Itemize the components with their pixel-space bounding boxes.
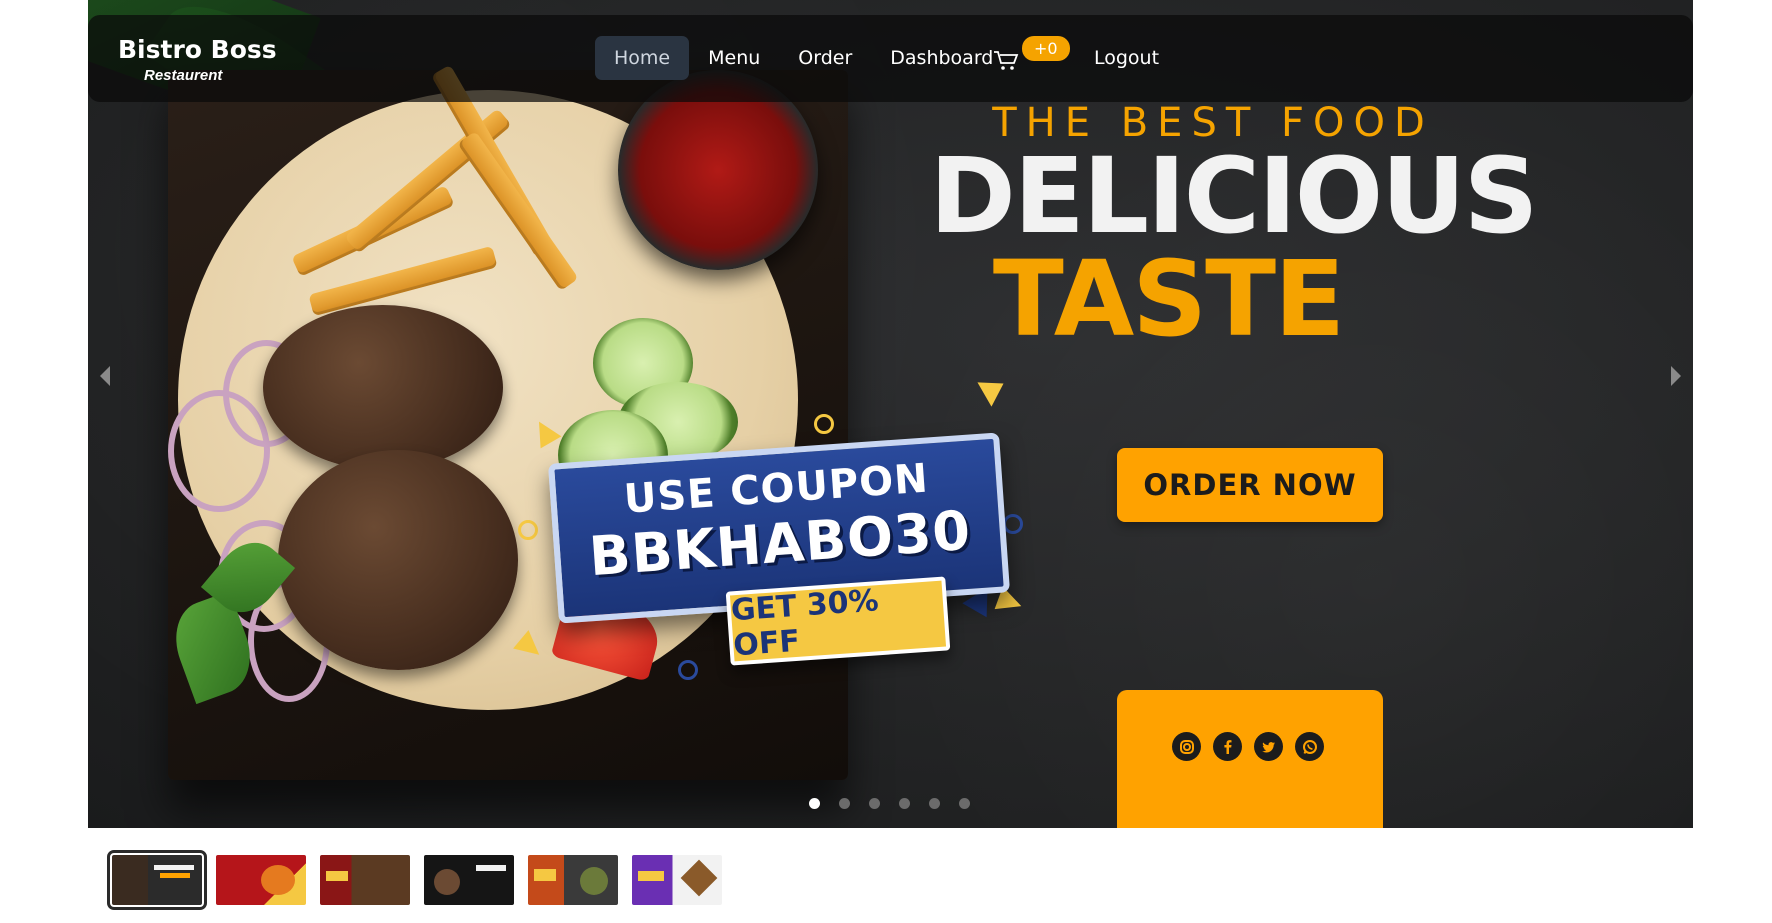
thumbnail-2[interactable]: [216, 855, 306, 905]
nav-links: Home Menu Order Dashboard: [595, 36, 1012, 80]
carousel-thumbnails: [107, 850, 722, 910]
nav-link-menu[interactable]: Menu: [689, 36, 779, 80]
cart-button[interactable]: +0: [993, 36, 1070, 83]
carousel-dot[interactable]: [929, 798, 940, 809]
coupon-offer-badge: GET 30% OFF: [725, 576, 951, 666]
ring-decoration: [814, 414, 834, 434]
chevron-right-icon[interactable]: [1671, 366, 1681, 386]
confetti-decoration: [977, 371, 1011, 407]
carousel-dot[interactable]: [869, 798, 880, 809]
patty-image: [263, 305, 503, 470]
cart-count-badge: +0: [1022, 36, 1070, 61]
thumbnail-4[interactable]: [424, 855, 514, 905]
thumbnail-6[interactable]: [632, 855, 722, 905]
navbar: Bistro Boss Restaurent Home Menu Order D…: [88, 15, 1693, 102]
nav-link-order[interactable]: Order: [779, 36, 871, 80]
ring-decoration: [1003, 514, 1023, 534]
twitter-icon[interactable]: [1254, 732, 1283, 761]
whatsapp-icon[interactable]: [1295, 732, 1324, 761]
ring-decoration: [678, 660, 698, 680]
instagram-icon[interactable]: [1172, 732, 1201, 761]
carousel-dot[interactable]: [899, 798, 910, 809]
carousel-dot[interactable]: [839, 798, 850, 809]
social-panel: [1117, 690, 1383, 828]
patty-image: [278, 450, 518, 670]
brand-subtitle: Restaurent: [144, 67, 223, 84]
brand-logo[interactable]: Bistro Boss Restaurent: [118, 35, 277, 84]
order-now-button[interactable]: ORDER NOW: [1117, 448, 1383, 522]
carousel-dot[interactable]: [809, 798, 820, 809]
logout-link[interactable]: Logout: [1094, 47, 1159, 69]
chevron-left-icon[interactable]: [100, 366, 110, 386]
slide-headline-line2: TASTE: [992, 238, 1345, 360]
ring-decoration: [518, 520, 538, 540]
facebook-icon[interactable]: [1213, 732, 1242, 761]
nav-link-dashboard[interactable]: Dashboard: [871, 36, 1012, 80]
thumbnail-1[interactable]: [107, 850, 207, 910]
thumbnail-3[interactable]: [320, 855, 410, 905]
thumbnail-5[interactable]: [528, 855, 618, 905]
nav-link-home[interactable]: Home: [595, 36, 690, 80]
cart-icon: [994, 51, 1019, 70]
hero-carousel[interactable]: USE COUPON BBKHABO30 GET 30% OFF THE BES…: [88, 0, 1693, 828]
carousel-dots: [809, 798, 970, 809]
carousel-dot[interactable]: [959, 798, 970, 809]
brand-title: Bistro Boss: [118, 35, 277, 64]
